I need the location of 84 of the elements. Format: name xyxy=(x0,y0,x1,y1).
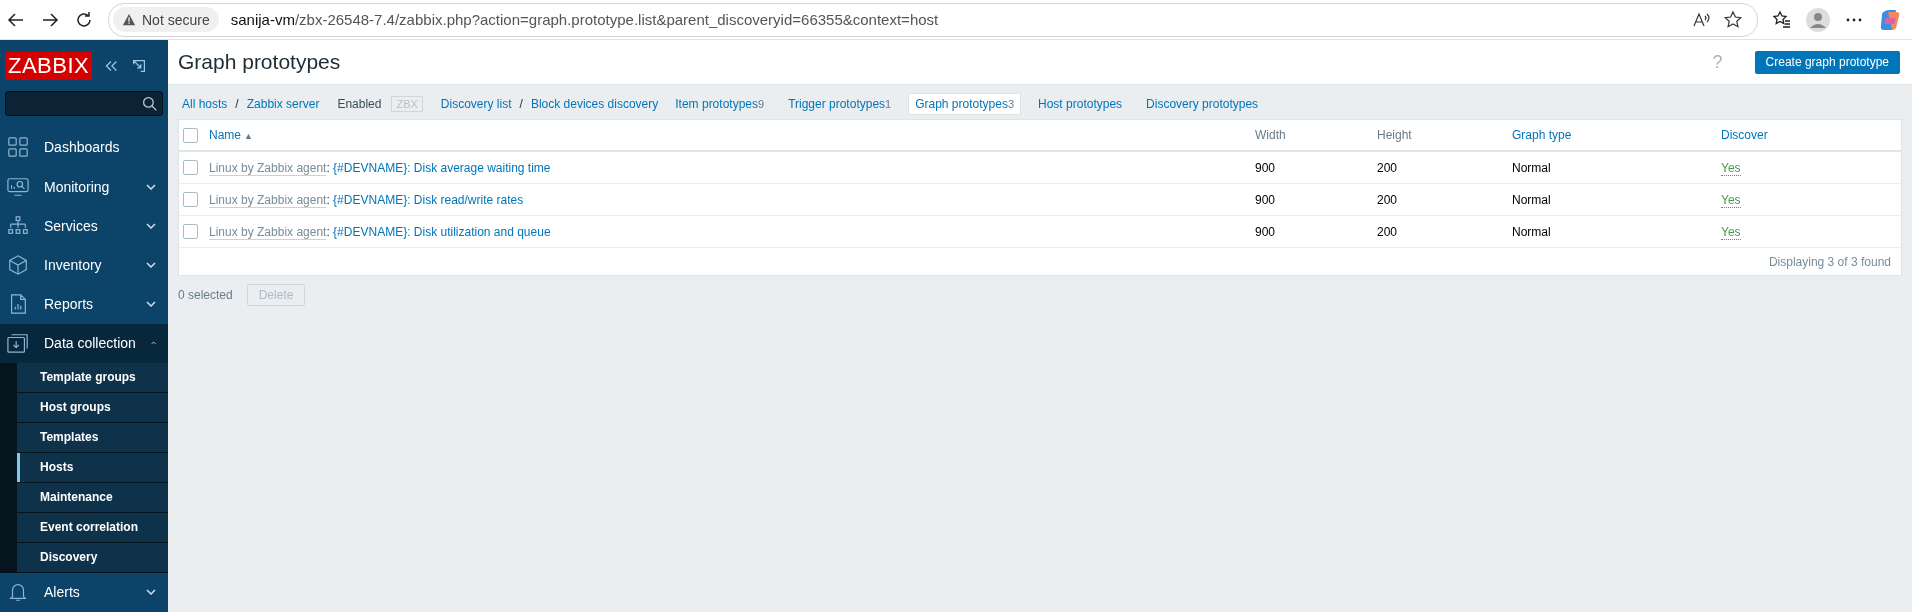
breadcrumb-link[interactable]: Zabbix server xyxy=(246,97,320,111)
submenu-item[interactable]: Hosts xyxy=(17,452,168,483)
sort-arrow: ▲ xyxy=(244,131,253,141)
menu-label: Services xyxy=(44,217,99,234)
table-cell: Normal xyxy=(1512,224,1551,239)
zabbix-logo[interactable]: ZABBIX xyxy=(5,51,93,80)
table-cell: 900 xyxy=(1255,160,1276,175)
table-cell: 900 xyxy=(1255,224,1276,239)
address-bar[interactable]: Not secure sanija-vm/zbx-26548-7.4/zabbix.php?action=graph.prototype.list&parent_discoveryid=66355&context=host xyxy=(108,2,1758,37)
status-text: Enabled xyxy=(337,97,382,111)
table-cell: 900 xyxy=(1255,192,1276,207)
submenu-item[interactable]: Templates xyxy=(17,422,168,453)
row-checkbox[interactable] xyxy=(183,224,198,239)
tab[interactable]: Trigger prototypes1 xyxy=(781,93,899,115)
tab[interactable]: Discovery prototypes xyxy=(1139,93,1266,115)
graph-prototype-link[interactable]: {#DEVNAME}: Disk read/write rates xyxy=(333,192,524,207)
breadcrumb-separator: / xyxy=(235,97,239,111)
menu-label: Monitoring xyxy=(44,178,111,195)
security-label: Not secure xyxy=(142,11,210,28)
menu-item[interactable]: Services xyxy=(0,206,168,246)
table-cell: Normal xyxy=(1512,192,1551,207)
url-text: sanija-vm/zbx-26548-7.4/zabbix.php?action=graph.prototype.list&parent_discoveryid=66355&context=host xyxy=(230,11,939,28)
name-separator: : xyxy=(326,160,330,175)
copilot-icon[interactable] xyxy=(1878,7,1902,32)
menu-label: Inventory xyxy=(44,256,103,273)
create-graph-prototype-button[interactable]: Create graph prototype xyxy=(1754,50,1900,74)
graph-prototype-link[interactable]: {#DEVNAME}: Disk average waiting time xyxy=(333,160,551,175)
graph-prototype-link[interactable]: {#DEVNAME}: Disk utilization and queue xyxy=(333,224,551,239)
menu-item[interactable]: Monitoring xyxy=(0,167,168,207)
profile-icon[interactable] xyxy=(1806,7,1830,32)
column-header[interactable]: Name xyxy=(209,128,241,142)
cube-icon xyxy=(7,253,29,276)
menu-item[interactable]: Dashboards xyxy=(0,127,168,167)
hierarchy-icon xyxy=(7,214,29,237)
discover-toggle-link[interactable]: Yes xyxy=(1721,160,1741,176)
star-icon[interactable] xyxy=(1723,9,1743,30)
menu-item[interactable]: Inventory xyxy=(0,245,168,285)
search-field[interactable] xyxy=(5,91,163,116)
tab[interactable]: Graph prototypes3 xyxy=(908,93,1022,115)
menu-item[interactable]: Data collection xyxy=(0,323,168,363)
menu-label: Dashboards xyxy=(44,139,121,156)
row-checkbox[interactable] xyxy=(183,160,198,175)
submenu-item[interactable]: Host groups xyxy=(17,392,168,423)
submenu-item[interactable]: Template groups xyxy=(17,362,168,393)
submenu-item[interactable]: Maintenance xyxy=(17,482,168,513)
table-cell: 200 xyxy=(1377,192,1398,207)
breadcrumb-link[interactable]: Discovery list xyxy=(440,97,512,111)
breadcrumb-link[interactable]: All hosts xyxy=(182,97,228,111)
name-separator: : xyxy=(326,192,330,207)
row-checkbox[interactable] xyxy=(183,192,198,207)
discover-toggle-link[interactable]: Yes xyxy=(1721,224,1741,240)
table-cell: Normal xyxy=(1512,160,1551,175)
column-header: Height xyxy=(1377,128,1412,142)
column-header[interactable]: Graph type xyxy=(1512,128,1572,142)
menu-label: Data collection xyxy=(44,335,136,352)
monitor-icon xyxy=(7,175,29,198)
column-header[interactable]: Discover xyxy=(1721,128,1768,142)
security-chip[interactable]: Not secure xyxy=(113,7,219,32)
select-all-checkbox[interactable] xyxy=(183,127,198,143)
download-box-icon xyxy=(7,332,29,355)
reload-icon[interactable] xyxy=(74,9,94,30)
favorites-icon[interactable] xyxy=(1772,9,1792,30)
selected-count: 0 selected xyxy=(178,288,233,302)
paging-summary: Displaying 3 of 3 found xyxy=(1768,254,1891,269)
name-separator: : xyxy=(326,224,330,239)
menu-label: Reports xyxy=(44,296,95,313)
submenu-item[interactable]: Discovery xyxy=(17,542,168,573)
breadcrumb-separator: / xyxy=(519,97,523,111)
discover-toggle-link[interactable]: Yes xyxy=(1721,192,1741,208)
page-title: Graph prototypes xyxy=(178,50,342,74)
dashboard-grid-icon xyxy=(7,136,29,159)
tab[interactable]: Host prototypes xyxy=(1031,93,1130,115)
breadcrumb-link[interactable]: Block devices discovery xyxy=(530,97,659,111)
menu-item[interactable]: Alerts xyxy=(0,572,168,612)
warning-icon xyxy=(122,12,136,27)
submenu-item[interactable]: Event correlation xyxy=(17,512,168,543)
tab[interactable]: Item prototypes9 xyxy=(668,93,772,115)
bell-icon xyxy=(7,581,29,604)
menu-label: Alerts xyxy=(44,584,81,601)
column-header: Width xyxy=(1255,128,1286,142)
menu-item[interactable]: Reports xyxy=(0,284,168,324)
table-cell: 200 xyxy=(1377,224,1398,239)
table-cell: 200 xyxy=(1377,160,1398,175)
search-icon[interactable] xyxy=(142,95,158,112)
